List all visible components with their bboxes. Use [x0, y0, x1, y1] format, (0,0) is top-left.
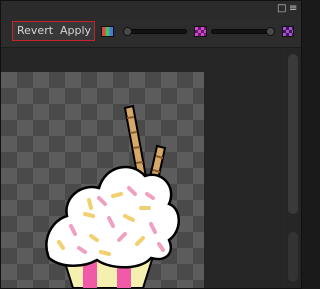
vertical-scrollbar[interactable]: [285, 48, 301, 288]
revert-apply-group: Revert Apply: [12, 21, 95, 41]
sprite-image: [45, 104, 180, 288]
alpha-checker-icon[interactable]: [194, 26, 207, 37]
apply-button[interactable]: Apply: [60, 24, 91, 38]
menu-icon[interactable]: ≡: [289, 4, 297, 14]
alpha-checker-icon[interactable]: [282, 26, 294, 37]
sprite-canvas[interactable]: [1, 48, 284, 288]
scrollbar-lower-segment[interactable]: [288, 232, 298, 282]
zoom-slider-handle[interactable]: [123, 27, 132, 36]
frosting: [45, 165, 180, 269]
title-bar: □ ≡: [1, 1, 301, 19]
revert-button[interactable]: Revert: [17, 24, 53, 38]
sprite-editor-window: □ ≡ Revert Apply: [0, 0, 302, 289]
toolbar: Revert Apply: [1, 19, 301, 48]
maximize-icon[interactable]: □: [277, 4, 286, 14]
rgb-channels-icon[interactable]: [101, 26, 114, 37]
mip-slider-handle[interactable]: [266, 27, 275, 36]
zoom-slider[interactable]: [123, 29, 187, 34]
scrollbar-thumb[interactable]: [288, 54, 298, 214]
